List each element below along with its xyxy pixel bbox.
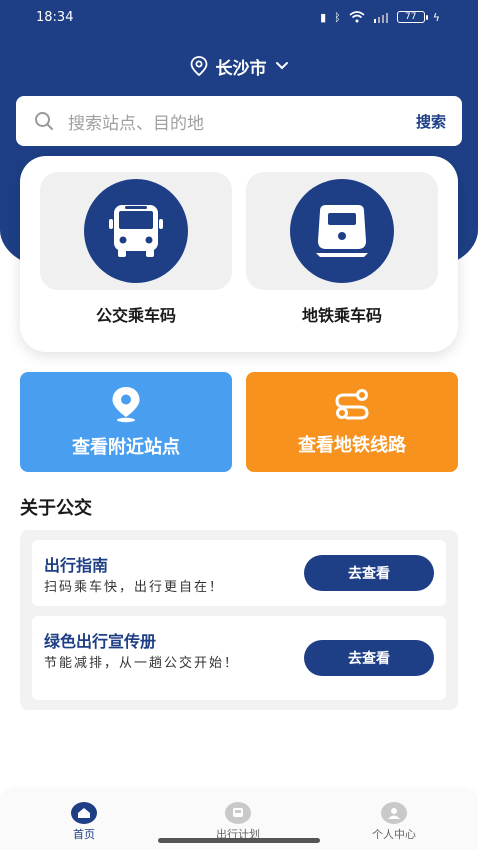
home-indicator xyxy=(158,838,320,843)
metro-code-tile[interactable] xyxy=(246,172,438,290)
metro-ride-code[interactable]: 地铁乘车码 xyxy=(246,172,438,348)
status-icons: ▮ ᛒ 77 ϟ xyxy=(320,11,440,24)
signal-icon xyxy=(373,13,388,23)
user-icon xyxy=(381,802,407,824)
nearby-stations-label: 查看附近站点 xyxy=(72,437,180,458)
ride-code-card: 公交乘车码 地铁乘车码 xyxy=(20,156,458,352)
chevron-down-icon xyxy=(275,62,288,70)
brochure-card-desc: 节能减排，从一趟公交开始！ xyxy=(44,656,240,671)
city-name: 长沙市 xyxy=(215,58,267,79)
bus-code-circle xyxy=(84,179,188,283)
vibrate-icon: ▮ xyxy=(320,10,327,24)
metro-lines-button[interactable]: 查看地铁线路 xyxy=(246,372,458,472)
battery-level: 77 xyxy=(405,12,417,22)
charging-icon: ϟ xyxy=(432,10,440,24)
guide-card-title: 出行指南 xyxy=(44,556,109,575)
brochure-card[interactable]: 绿色出行宣传册 节能减排，从一趟公交开始！ 去查看 xyxy=(32,616,446,700)
search-button[interactable]: 搜索 xyxy=(416,111,446,132)
status-time: 18:34 xyxy=(36,9,74,25)
brochure-view-button[interactable]: 去查看 xyxy=(304,640,434,676)
bus-code-label: 公交乘车码 xyxy=(95,306,176,325)
search-input[interactable]: 搜索站点、目的地 xyxy=(68,109,416,134)
metro-code-label: 地铁乘车码 xyxy=(301,306,382,325)
location-outline-icon xyxy=(190,56,207,76)
search-icon xyxy=(35,112,53,130)
tab-profile[interactable]: 个人中心 xyxy=(344,802,444,842)
guide-card[interactable]: 出行指南 扫码乘车快，出行更自在！ 去查看 xyxy=(32,540,446,606)
tab-home-label: 首页 xyxy=(73,828,95,841)
status-bar: 18:34 ▮ ᛒ 77 ϟ xyxy=(0,0,478,34)
about-panel: 出行指南 扫码乘车快，出行更自在！ 去查看 绿色出行宣传册 节能减排，从一趟公交… xyxy=(20,530,458,710)
metro-code-circle xyxy=(290,179,394,283)
bus-code-tile[interactable] xyxy=(40,172,232,290)
bus-ride-code[interactable]: 公交乘车码 xyxy=(40,172,232,348)
guide-card-desc: 扫码乘车快，出行更自在！ xyxy=(44,580,225,595)
wifi-icon xyxy=(349,11,365,23)
metro-icon xyxy=(316,205,368,257)
guide-view-button[interactable]: 去查看 xyxy=(304,555,434,591)
bus-outline-icon xyxy=(225,802,251,824)
tab-profile-label: 个人中心 xyxy=(372,828,416,841)
bus-icon xyxy=(109,205,163,257)
tab-home[interactable]: 首页 xyxy=(34,802,134,842)
battery-icon: 77 xyxy=(396,11,428,23)
home-icon xyxy=(71,802,97,824)
metro-lines-label: 查看地铁线路 xyxy=(298,435,406,456)
city-selector[interactable]: 长沙市 xyxy=(0,52,478,80)
brochure-card-title: 绿色出行宣传册 xyxy=(44,632,157,651)
bluetooth-icon: ᛒ xyxy=(334,10,341,24)
location-pin-icon xyxy=(112,387,140,423)
search-bar[interactable]: 搜索站点、目的地 搜索 xyxy=(16,96,462,146)
nearby-stations-button[interactable]: 查看附近站点 xyxy=(20,372,232,472)
route-icon xyxy=(335,389,369,420)
tab-travel-plan[interactable]: 出行计划 xyxy=(188,802,288,842)
about-section-title: 关于公交 xyxy=(20,498,92,519)
